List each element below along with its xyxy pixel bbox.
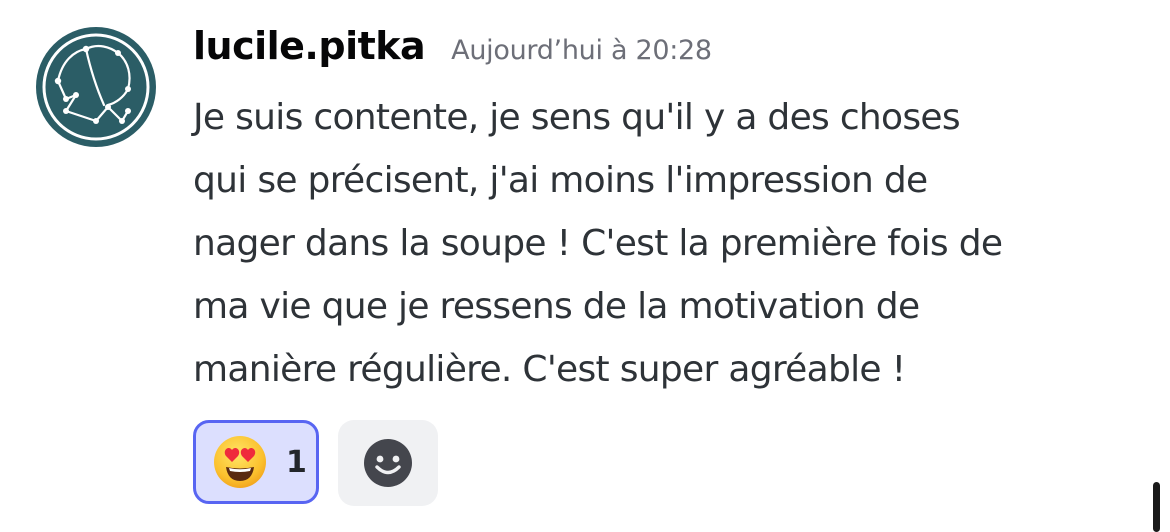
smiley-icon [364,439,412,487]
timestamp[interactable]: Aujourd’hui à 20:28 [451,35,712,66]
reaction-heart-eyes[interactable]: 1 [193,420,319,504]
message-line: Je suis contente, je sens qu'il y a des … [193,97,961,138]
reaction-count: 1 [286,444,307,480]
message-line: manière régulière. C'est super agréable … [193,349,906,390]
scrollbar[interactable] [1153,482,1160,532]
message-line: nager dans la soupe ! C'est la première … [193,223,1003,264]
heart-eyes-emoji-icon [214,436,266,488]
avatar[interactable] [36,27,156,147]
message-view: lucile.pitka Aujourd’hui à 20:28 Je suis… [0,0,1170,532]
constellation-logo-icon [42,33,150,141]
message-header: lucile.pitka Aujourd’hui à 20:28 [193,24,712,76]
message-body: Je suis contente, je sens qu'il y a des … [193,86,1153,401]
message-line: ma vie que je ressens de la motivation d… [193,286,920,327]
message-line: qui se précisent, j'ai moins l'impressio… [193,160,928,201]
username[interactable]: lucile.pitka [193,24,426,68]
add-reaction-button[interactable] [338,420,438,506]
